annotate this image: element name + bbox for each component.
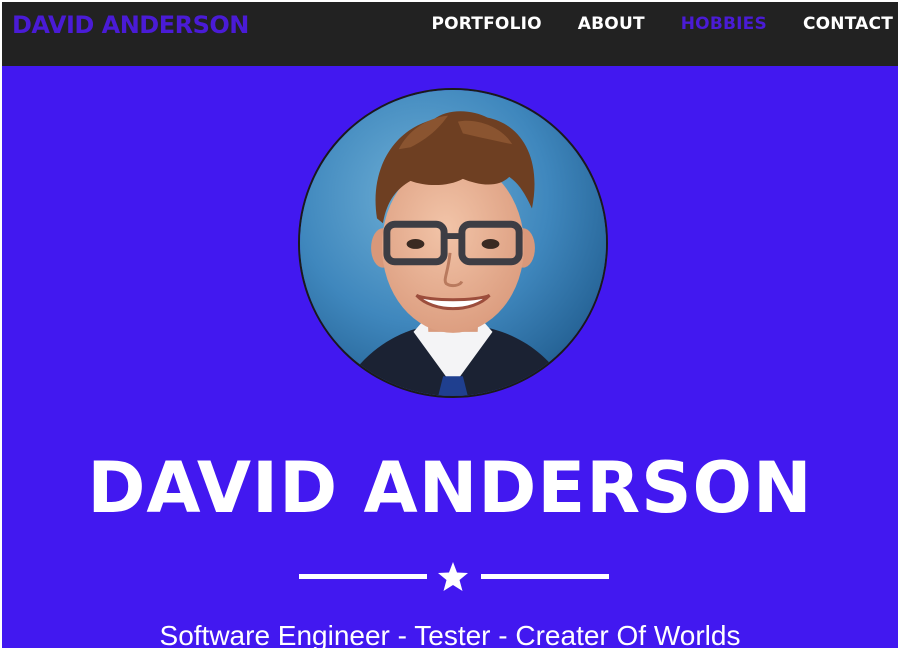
divider-line-right [481,574,609,579]
nav-link-contact[interactable]: CONTACT [803,14,893,34]
brand-link[interactable]: DAVID ANDERSON [12,11,249,39]
star-divider [299,561,609,593]
nav-link-about[interactable]: ABOUT [578,14,645,34]
hero-tagline: Software Engineer - Tester - Creater Of … [159,620,741,648]
divider-line-left [299,574,427,579]
profile-photo [298,88,608,398]
page-frame: DAVID ANDERSON PORTFOLIO ABOUT HOBBIES C… [2,2,898,648]
star-icon [438,562,468,591]
nav-link-portfolio[interactable]: PORTFOLIO [431,14,541,34]
nav-link-hobbies[interactable]: HOBBIES [681,14,767,34]
hero-name: DAVID ANDERSON [87,447,813,529]
hero-section: DAVID ANDERSON Software Engineer - Teste… [2,66,898,648]
navbar: DAVID ANDERSON PORTFOLIO ABOUT HOBBIES C… [2,2,898,66]
nav-links: PORTFOLIO ABOUT HOBBIES CONTACT [431,14,893,34]
